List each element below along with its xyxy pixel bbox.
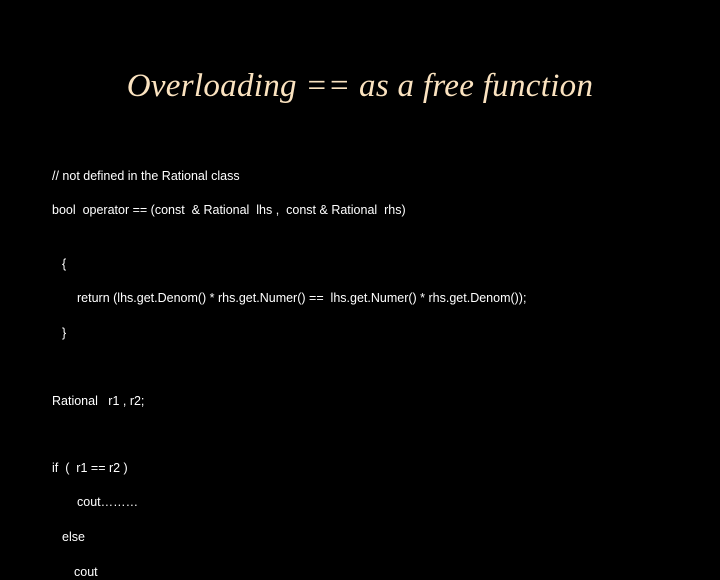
code-line-else: else bbox=[62, 530, 85, 544]
code-line-if: if ( r1 == r2 ) bbox=[52, 460, 128, 475]
code-line-close-brace: } bbox=[62, 326, 67, 340]
code-line-return: return (lhs.get.Denom() * rhs.get.Numer(… bbox=[77, 291, 527, 306]
slide: Overloading == as a free function // not… bbox=[0, 0, 720, 579]
code-line-open-brace: { bbox=[62, 256, 67, 271]
page-title: Overloading == as a free function bbox=[126, 68, 594, 104]
code-line-signature: bool operator == (const & Rational lhs ,… bbox=[52, 202, 406, 217]
code-line-cout-then: cout……… bbox=[77, 495, 139, 510]
code-line-declaration: Rational r1 , r2; bbox=[52, 393, 145, 408]
code-line-cout-else: cout bbox=[74, 564, 98, 579]
code-block: // not defined in the Rational class boo… bbox=[52, 169, 692, 580]
code-line-comment: // not defined in the Rational class bbox=[52, 169, 240, 183]
